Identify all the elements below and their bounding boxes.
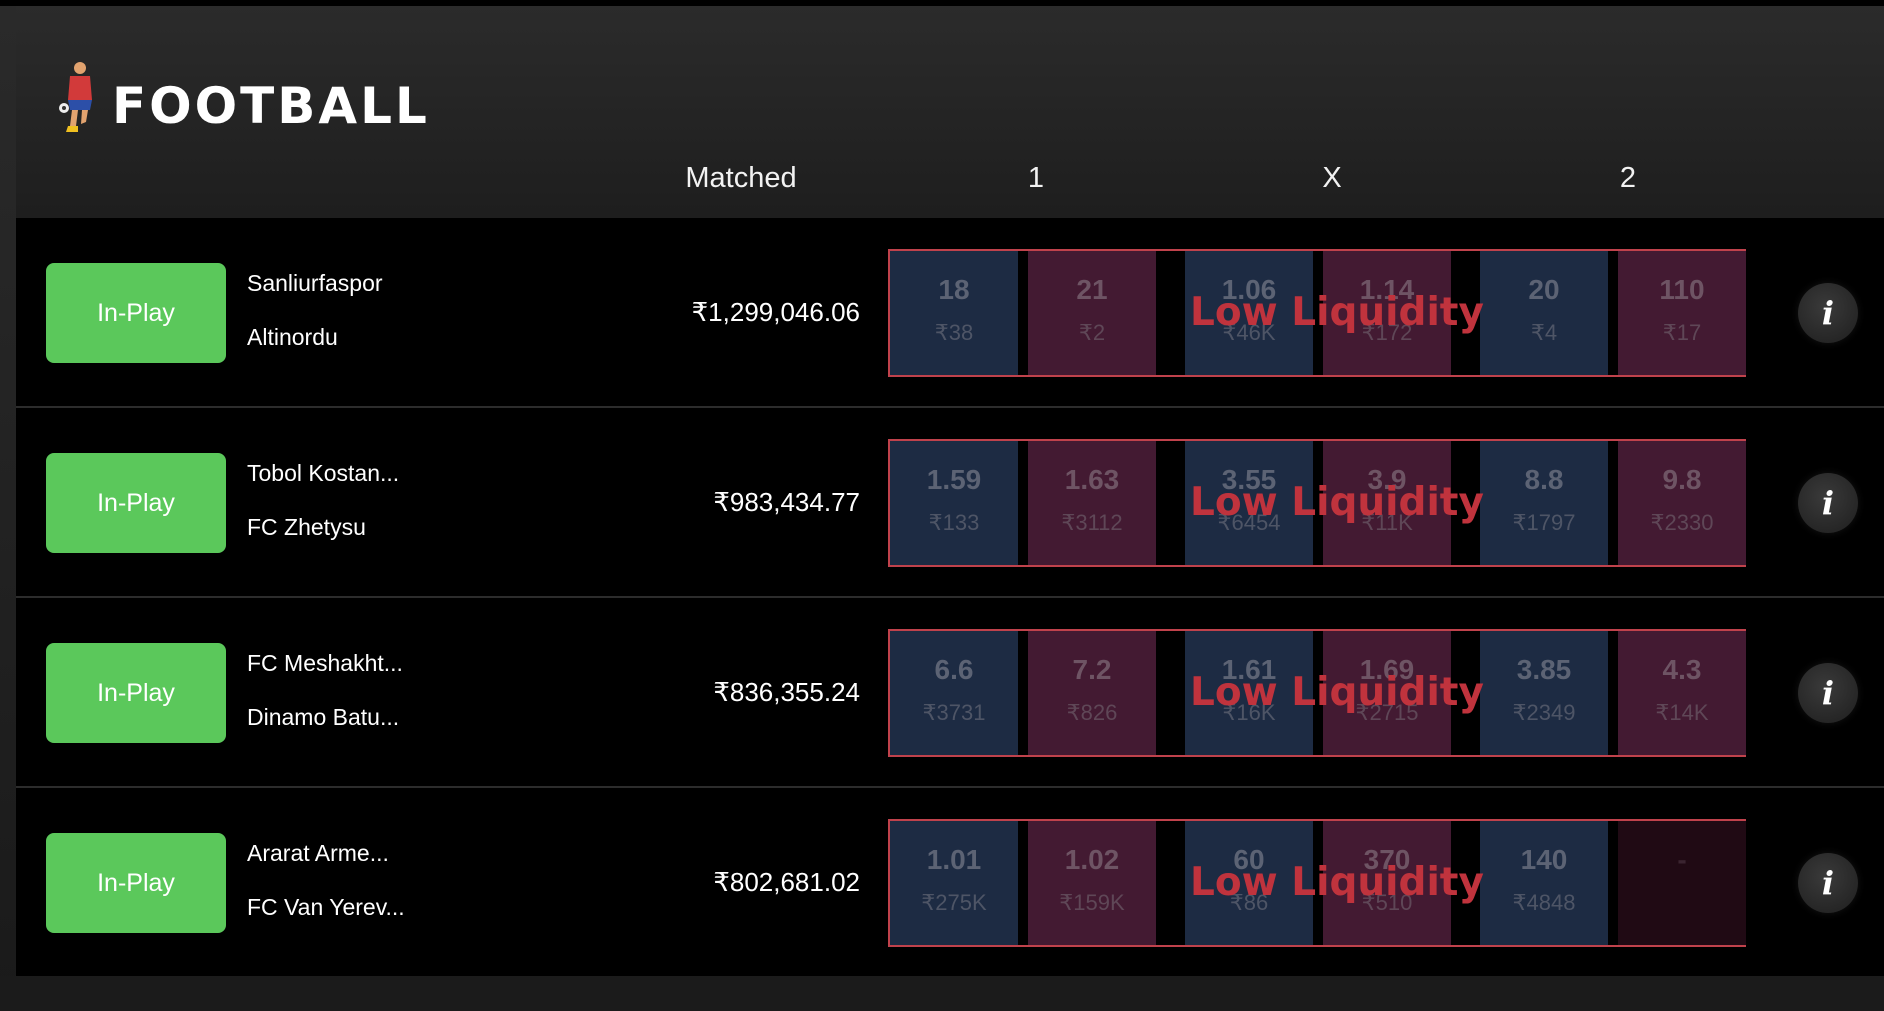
low-liquidity-label: Low Liquidity xyxy=(1190,670,1484,715)
in-play-button[interactable]: In-Play xyxy=(46,643,226,743)
odds-size: ₹3112 xyxy=(1061,510,1123,535)
team-away[interactable]: Altinordu xyxy=(247,322,338,352)
column-header-1: 1 xyxy=(1027,162,1045,194)
odds-price: - xyxy=(1677,844,1687,875)
info-icon[interactable]: i xyxy=(1798,663,1858,723)
football-player-icon xyxy=(59,62,92,132)
matched-amount: ₹1,299,046.06 xyxy=(691,297,860,327)
team-home[interactable]: Sanliurfaspor xyxy=(247,268,383,298)
odds-cell-2-lay[interactable]: - xyxy=(1618,821,1746,945)
odds-size: ₹133 xyxy=(928,510,980,535)
odds-panel: 1.01 ₹275K 1.02 ₹159K 60 ₹86 370 ₹510 140 ₹48… xyxy=(888,819,1746,947)
info-icon[interactable]: i xyxy=(1798,283,1858,343)
column-header-matched: Matched xyxy=(685,162,797,194)
page-title: FOOTBALL xyxy=(112,77,430,135)
match-list: In-Play Sanliurfaspor Altinordu ₹1,299,0… xyxy=(16,218,1884,978)
odds-cell-2-lay[interactable]: 9.8 ₹2330 xyxy=(1618,441,1746,565)
odds-size: ₹1797 xyxy=(1512,510,1576,535)
odds-cell-1-lay[interactable]: 21 ₹2 xyxy=(1028,251,1156,375)
low-liquidity-label: Low Liquidity xyxy=(1190,480,1484,525)
odds-size: ₹38 xyxy=(934,320,974,345)
in-play-button[interactable]: In-Play xyxy=(46,833,226,933)
column-header-x: X xyxy=(1322,162,1342,194)
low-liquidity-label: Low Liquidity xyxy=(1190,860,1484,905)
match-row[interactable]: In-Play Tobol Kostan... FC Zhetysu ₹983,… xyxy=(16,408,1884,598)
page: FOOTBALL Matched 1 X 2 In-Play Sanliurfa… xyxy=(0,0,1884,1011)
matched-amount: ₹983,434.77 xyxy=(713,487,860,517)
match-row[interactable]: In-Play FC Meshakht... Dinamo Batu... ₹8… xyxy=(16,598,1884,788)
odds-price: 1.02 xyxy=(1064,844,1120,875)
info-icon[interactable]: i xyxy=(1798,853,1858,913)
odds-size: ₹17 xyxy=(1662,320,1702,345)
odds-cell-2-lay[interactable]: 4.3 ₹14K xyxy=(1618,631,1746,755)
team-away[interactable]: FC Zhetysu xyxy=(247,512,366,542)
odds-price: 8.8 xyxy=(1524,464,1564,495)
odds-size: ₹4 xyxy=(1530,320,1558,345)
odds-price: 20 xyxy=(1528,274,1560,305)
odds-price: 4.3 xyxy=(1662,654,1702,685)
info-icon[interactable]: i xyxy=(1798,473,1858,533)
team-home[interactable]: FC Meshakht... xyxy=(247,648,403,678)
odds-cell-2-back[interactable]: 8.8 ₹1797 xyxy=(1480,441,1608,565)
odds-price: 1.59 xyxy=(926,464,982,495)
odds-price: 18 xyxy=(938,274,970,305)
odds-price: 3.85 xyxy=(1516,654,1572,685)
match-row[interactable]: In-Play Ararat Arme... FC Van Yerev... ₹… xyxy=(16,788,1884,978)
column-header-2: 2 xyxy=(1619,162,1637,194)
odds-price: 9.8 xyxy=(1662,464,1702,495)
matched-amount: ₹836,355.24 xyxy=(713,677,860,707)
low-liquidity-label: Low Liquidity xyxy=(1190,290,1484,335)
odds-cell-1-back[interactable]: 18 ₹38 xyxy=(890,251,1018,375)
odds-panel: 6.6 ₹3731 7.2 ₹826 1.61 ₹16K 1.69 ₹2715 3.85… xyxy=(888,629,1746,757)
odds-size: ₹275K xyxy=(921,890,987,915)
matched-amount: ₹802,681.02 xyxy=(713,867,860,897)
odds-size: ₹2 xyxy=(1078,320,1106,345)
in-play-button[interactable]: In-Play xyxy=(46,263,226,363)
team-away[interactable]: FC Van Yerev... xyxy=(247,892,405,922)
odds-panel: 1.59 ₹133 1.63 ₹3112 3.55 ₹6454 3.9 ₹11K 8.8… xyxy=(888,439,1746,567)
odds-cell-2-back[interactable]: 3.85 ₹2349 xyxy=(1480,631,1608,755)
odds-cell-1-lay[interactable]: 7.2 ₹826 xyxy=(1028,631,1156,755)
odds-cell-1-back[interactable]: 6.6 ₹3731 xyxy=(890,631,1018,755)
odds-price: 110 xyxy=(1659,274,1705,305)
panel-header: FOOTBALL Matched 1 X 2 xyxy=(16,6,1884,218)
odds-size: ₹4848 xyxy=(1512,890,1576,915)
odds-cell-1-back[interactable]: 1.59 ₹133 xyxy=(890,441,1018,565)
in-play-button[interactable]: In-Play xyxy=(46,453,226,553)
team-home[interactable]: Ararat Arme... xyxy=(247,838,389,868)
team-home[interactable]: Tobol Kostan... xyxy=(247,458,399,488)
odds-cell-2-lay[interactable]: 110 ₹17 xyxy=(1618,251,1746,375)
odds-price: 6.6 xyxy=(934,654,974,685)
odds-size: ₹2349 xyxy=(1512,700,1576,725)
odds-cell-2-back[interactable]: 140 ₹4848 xyxy=(1480,821,1608,945)
football-panel: FOOTBALL Matched 1 X 2 In-Play Sanliurfa… xyxy=(16,6,1884,978)
odds-price: 7.2 xyxy=(1072,654,1112,685)
odds-panel: 18 ₹38 21 ₹2 1.06 ₹46K 1.14 ₹172 20 ₹4 110 ₹17… xyxy=(888,249,1746,377)
odds-size: ₹159K xyxy=(1059,890,1125,915)
odds-size: ₹2330 xyxy=(1650,510,1714,535)
team-away[interactable]: Dinamo Batu... xyxy=(247,702,399,732)
match-row[interactable]: In-Play Sanliurfaspor Altinordu ₹1,299,0… xyxy=(16,218,1884,408)
odds-cell-1-lay[interactable]: 1.63 ₹3112 xyxy=(1028,441,1156,565)
odds-size: ₹826 xyxy=(1066,700,1118,725)
odds-size: ₹14K xyxy=(1655,700,1709,725)
bottom-strip xyxy=(0,976,1884,1011)
odds-price: 21 xyxy=(1076,274,1108,305)
odds-price: 140 xyxy=(1520,844,1568,875)
odds-cell-1-lay[interactable]: 1.02 ₹159K xyxy=(1028,821,1156,945)
odds-cell-1-back[interactable]: 1.01 ₹275K xyxy=(890,821,1018,945)
odds-cell-2-back[interactable]: 20 ₹4 xyxy=(1480,251,1608,375)
odds-price: 1.63 xyxy=(1064,464,1120,495)
odds-price: 1.01 xyxy=(926,844,982,875)
odds-size: ₹3731 xyxy=(922,700,986,725)
